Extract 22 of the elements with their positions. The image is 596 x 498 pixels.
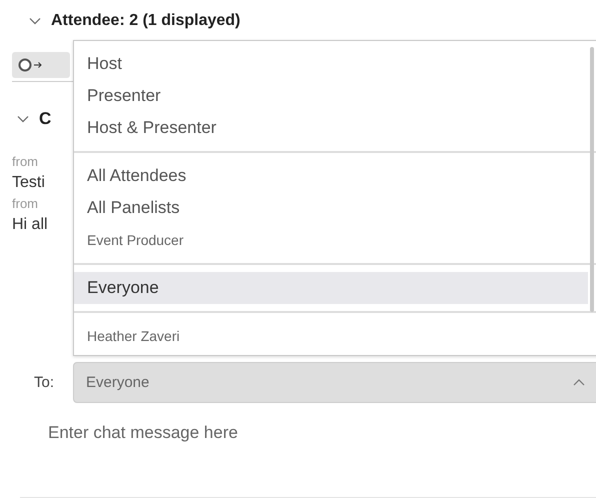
menu-item[interactable]: Event Producer: [74, 224, 588, 256]
caret-icon: [573, 379, 585, 386]
menu-item[interactable]: Presenter: [74, 80, 588, 112]
section-title: C: [39, 109, 52, 129]
message-input[interactable]: Enter chat message here: [30, 413, 588, 453]
message-text: Testi: [12, 173, 45, 193]
chevron-icon[interactable]: [29, 17, 41, 25]
menu-item[interactable]: Heather Zaveri: [74, 320, 588, 352]
section-title: Attendee: 2 (1 displayed): [51, 12, 240, 30]
menu-item[interactable]: Host & Presenter: [74, 112, 588, 144]
chevron-icon[interactable]: [17, 115, 29, 123]
message-text: Hi all: [12, 215, 48, 235]
menu-item[interactable]: All Panelists: [74, 192, 588, 224]
circle-arrow-icon: [18, 58, 44, 72]
message-sender: from: [12, 195, 38, 213]
recipient-combobox[interactable]: Everyone: [73, 362, 596, 403]
menu-item[interactable]: Everyone: [74, 272, 588, 304]
message-sender: from: [12, 153, 38, 171]
menu-item[interactable]: All Attendees: [74, 160, 588, 192]
to-label: To:: [33, 374, 56, 391]
menu-item[interactable]: Host: [74, 48, 588, 80]
toggle-button[interactable]: [12, 52, 70, 78]
